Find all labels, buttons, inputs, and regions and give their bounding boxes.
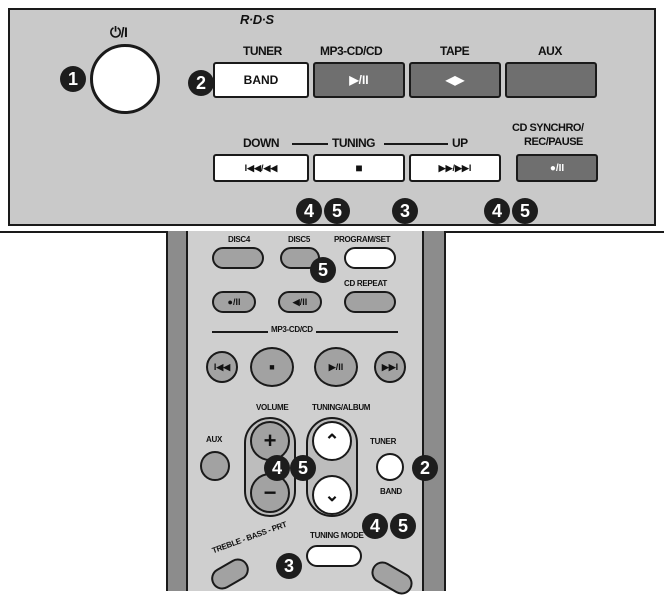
front-panel: ⏻/I 1 R·D·S TUNER MP3-CD/CD TAPE AUX 2 B… xyxy=(0,0,664,230)
play-pause-icon: ▶/II xyxy=(349,73,369,87)
tape-play-icon: ◀/II xyxy=(292,296,308,307)
tuner-label: TUNER xyxy=(243,44,282,58)
remote-stop-icon: ■ xyxy=(269,362,275,372)
remote-prev-icon: I◀◀ xyxy=(213,361,231,372)
band-label-remote: BAND xyxy=(380,487,402,496)
stop-button[interactable]: ■ xyxy=(313,154,405,182)
tuner-label-remote: TUNER xyxy=(370,437,397,446)
remote-callout-badge-5-top: 5 xyxy=(310,257,336,283)
tape-label: TAPE xyxy=(440,44,470,58)
skip-back-icon: I◀◀/◀◀ xyxy=(244,162,278,173)
tuning-up-remote-button[interactable]: ⌃ xyxy=(312,421,352,461)
tuning-line-left xyxy=(292,143,328,145)
stop-icon: ■ xyxy=(355,161,363,175)
power-symbol-label: ⏻/I xyxy=(110,24,128,40)
chevron-down-icon: ⌄ xyxy=(324,484,340,505)
volume-label: VOLUME xyxy=(256,403,289,412)
rds-logo: R·D·S xyxy=(240,12,274,27)
tuner-band-button[interactable] xyxy=(376,453,404,481)
cd-synchro-label-2: REC/PAUSE xyxy=(524,136,583,148)
remote-play-button[interactable]: ▶/II xyxy=(314,347,358,387)
disc5-label: DISC5 xyxy=(288,235,311,244)
remote-next-icon: ▶▶I xyxy=(381,361,399,372)
mp3-cd-label: MP3-CD/CD xyxy=(320,44,383,58)
aux-label: AUX xyxy=(538,44,562,58)
remote-frame: DISC4 DISC5 PROGRAM/SET 5 CD REPEAT ●/II… xyxy=(0,231,664,599)
remote-callout-badge-4-right: 4 xyxy=(362,513,388,539)
mp3-cd-label: MP3-CD/CD xyxy=(268,325,316,334)
callout-badge-5-right: 5 xyxy=(512,198,538,224)
tape-play-button[interactable]: ◀/II xyxy=(278,291,322,313)
plus-icon: + xyxy=(263,428,277,453)
minus-icon: − xyxy=(263,480,277,505)
program-set-button[interactable] xyxy=(344,247,396,269)
front-panel-body xyxy=(8,8,656,226)
callout-badge-3: 3 xyxy=(392,198,418,224)
tuning-line-right xyxy=(384,143,448,145)
cd-repeat-label: CD REPEAT xyxy=(344,279,387,288)
tuning-down-button[interactable]: I◀◀/◀◀ xyxy=(213,154,309,182)
play-pause-button[interactable]: ▶/II xyxy=(313,62,405,98)
callout-badge-1: 1 xyxy=(60,66,86,92)
tuning-label: TUNING xyxy=(332,136,376,150)
tuning-down-remote-button[interactable]: ⌄ xyxy=(312,475,352,515)
callout-badge-4-right: 4 xyxy=(484,198,510,224)
remote-callout-badge-3: 3 xyxy=(276,553,302,579)
remote-face xyxy=(186,231,424,591)
callout-badge-5-left: 5 xyxy=(324,198,350,224)
remote-next-button[interactable]: ▶▶I xyxy=(374,351,406,383)
aux-button[interactable] xyxy=(505,62,597,98)
remote-callout-badge-4-left: 4 xyxy=(264,455,290,481)
program-set-label: PROGRAM/SET xyxy=(334,235,391,244)
cd-repeat-button[interactable] xyxy=(344,291,396,313)
tape-direction-icon: ◀▶ xyxy=(445,73,465,87)
remote-prev-button[interactable]: I◀◀ xyxy=(206,351,238,383)
down-label: DOWN xyxy=(243,136,280,150)
remote-stop-button[interactable]: ■ xyxy=(250,347,294,387)
up-label: UP xyxy=(452,136,468,150)
remote-callout-badge-5-left: 5 xyxy=(290,455,316,481)
cd-synchro-label-1: CD SYNCHRO/ xyxy=(512,122,584,134)
disc4-label: DISC4 xyxy=(228,235,251,244)
cd-synchro-button[interactable]: ●/II xyxy=(516,154,598,182)
disc4-button[interactable] xyxy=(212,247,264,269)
callout-badge-2: 2 xyxy=(188,70,214,96)
volume-up-button[interactable]: + xyxy=(250,421,290,461)
tuning-album-label: TUNING/ALBUM xyxy=(312,403,371,412)
remote-callout-badge-2: 2 xyxy=(412,455,438,481)
chevron-up-icon: ⌃ xyxy=(324,430,340,451)
remote-play-icon: ▶/II xyxy=(328,361,344,372)
tuning-up-button[interactable]: ▶▶/▶▶I xyxy=(409,154,501,182)
aux-label-remote: AUX xyxy=(206,435,222,444)
rec-pause-button[interactable]: ●/II xyxy=(212,291,256,313)
record-pause-icon: ●/II xyxy=(549,162,565,174)
band-button-label: BAND xyxy=(243,73,279,87)
tape-direction-button[interactable]: ◀▶ xyxy=(409,62,501,98)
band-button[interactable]: BAND xyxy=(213,62,309,98)
callout-badge-4-left: 4 xyxy=(296,198,322,224)
tuning-mode-label: TUNING MODE xyxy=(310,531,364,540)
tuning-mode-button[interactable] xyxy=(306,545,362,567)
power-button[interactable] xyxy=(90,44,160,114)
rec-pause-icon: ●/II xyxy=(227,297,241,307)
remote-callout-badge-5-right: 5 xyxy=(390,513,416,539)
remote-aux-button[interactable] xyxy=(200,451,230,481)
skip-forward-icon: ▶▶/▶▶I xyxy=(438,162,472,173)
